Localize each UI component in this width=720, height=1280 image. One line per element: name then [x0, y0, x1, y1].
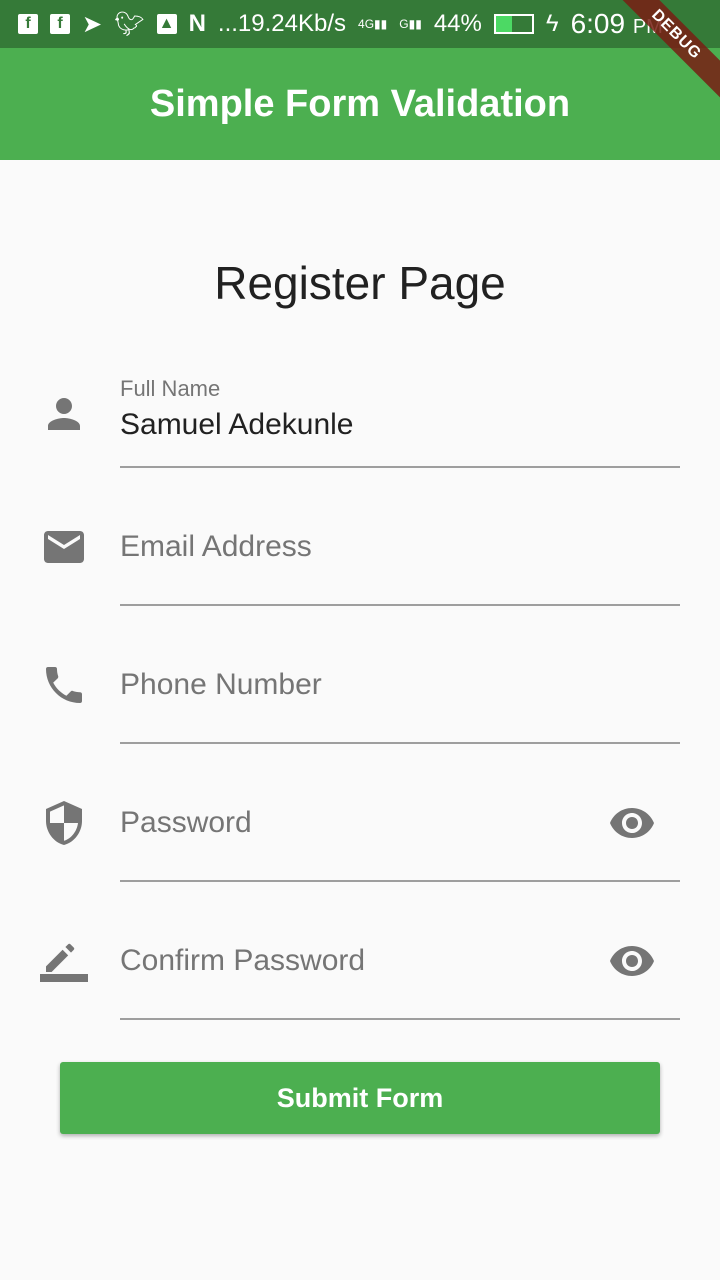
email-field[interactable]: Email Address [0, 498, 720, 636]
full-name-field[interactable]: Full Name Samuel Adekunle [0, 360, 720, 498]
full-name-value[interactable]: Samuel Adekunle [120, 408, 354, 442]
email-icon [44, 531, 84, 563]
network-speed: ...19.24Kb/s [217, 10, 347, 37]
app-bar: Simple Form Validation [0, 48, 720, 160]
underline [120, 604, 680, 606]
password-field[interactable]: Password [0, 774, 720, 912]
facebook-icon: f [50, 14, 70, 34]
underline [120, 466, 680, 468]
signal-4g: 4G▮▮ [358, 17, 388, 31]
phone-icon [46, 667, 82, 703]
edit-icon [40, 943, 88, 982]
person-icon [48, 398, 80, 430]
email-placeholder: Email Address [120, 530, 312, 563]
eye-icon[interactable] [608, 799, 656, 847]
phone-placeholder: Phone Number [120, 668, 322, 701]
confirm-password-placeholder: Confirm Password [120, 944, 366, 977]
phone-field[interactable]: Phone Number [0, 636, 720, 774]
signal-g: G▮▮ [399, 17, 422, 31]
underline [120, 880, 680, 882]
status-bar: f f ➤ 🐦︎ ▲ N ...19.24Kb/s 4G▮▮ G▮▮ 44% ϟ… [0, 0, 720, 48]
underline [120, 1018, 680, 1020]
battery-percent: 44% [433, 10, 482, 37]
underline [120, 742, 680, 744]
charging-icon: ϟ [545, 10, 559, 37]
page-title: Register Page [214, 257, 506, 309]
confirm-password-field[interactable]: Confirm Password [0, 912, 720, 1050]
battery-icon [493, 14, 534, 34]
facebook-icon: f [18, 14, 38, 34]
telegram-icon: ➤ [82, 10, 103, 38]
twitter-icon: 🐦︎ [114, 10, 145, 38]
password-placeholder: Password [120, 806, 252, 839]
submit-button[interactable]: Submit Form [60, 1062, 660, 1134]
image-icon: ▲ [156, 14, 177, 34]
shield-icon [46, 801, 82, 845]
full-name-label: Full Name [120, 376, 221, 401]
n-icon: N [188, 10, 206, 37]
app-title: Simple Form Validation [149, 82, 571, 125]
eye-icon[interactable] [608, 937, 656, 985]
